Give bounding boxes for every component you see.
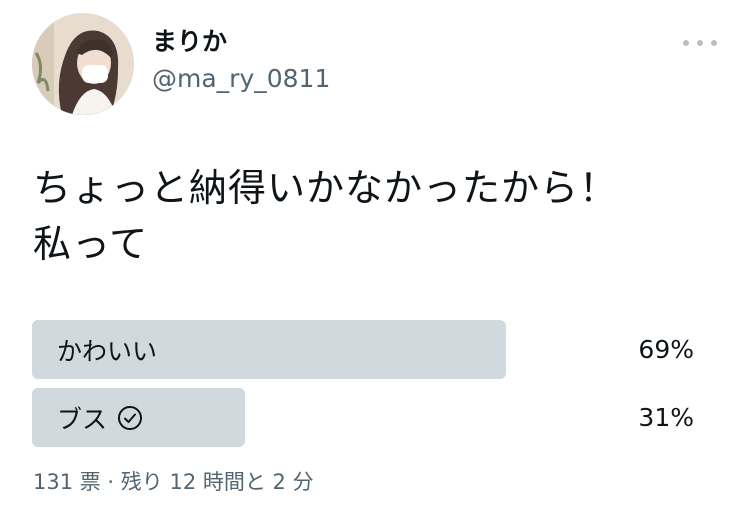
tweet-text: ちょっと納得いかなかったから！ 私って — [33, 160, 618, 272]
user-handle[interactable]: @ma_ry_0811 — [152, 62, 330, 96]
avatar[interactable] — [32, 13, 134, 115]
tweet-text-line: ちょっと納得いかなかったから！ — [33, 166, 619, 210]
more-dot — [711, 40, 717, 46]
poll-option-label: ブス — [57, 388, 143, 447]
more-horizontal-icon — [683, 40, 689, 46]
tweet: まりか @ma_ry_0811 ちょっと納得いかなかったから！ 私って かわいい… — [0, 0, 750, 523]
display-name[interactable]: まりか — [152, 26, 330, 58]
avatar-photo — [32, 13, 134, 115]
poll-option-text: ブス — [57, 404, 108, 434]
poll: かわいい 69% ブス 31% — [32, 320, 694, 456]
poll-option-kawaii[interactable]: かわいい 69% — [32, 320, 694, 379]
poll-option-busu[interactable]: ブス 31% — [32, 388, 694, 447]
poll-option-label: かわいい — [57, 320, 157, 379]
author-block: まりか @ma_ry_0811 — [152, 26, 330, 96]
more-dot — [697, 40, 703, 46]
poll-option-text: かわいい — [57, 336, 158, 366]
poll-meta: 131 票 · 残り 12 時間と 2 分 — [33, 470, 314, 494]
poll-percentage: 31% — [638, 403, 694, 432]
check-circle-icon — [118, 405, 143, 430]
tweet-text-line: 私って — [33, 222, 149, 266]
poll-percentage: 69% — [638, 335, 694, 364]
more-options-button[interactable] — [683, 32, 717, 54]
